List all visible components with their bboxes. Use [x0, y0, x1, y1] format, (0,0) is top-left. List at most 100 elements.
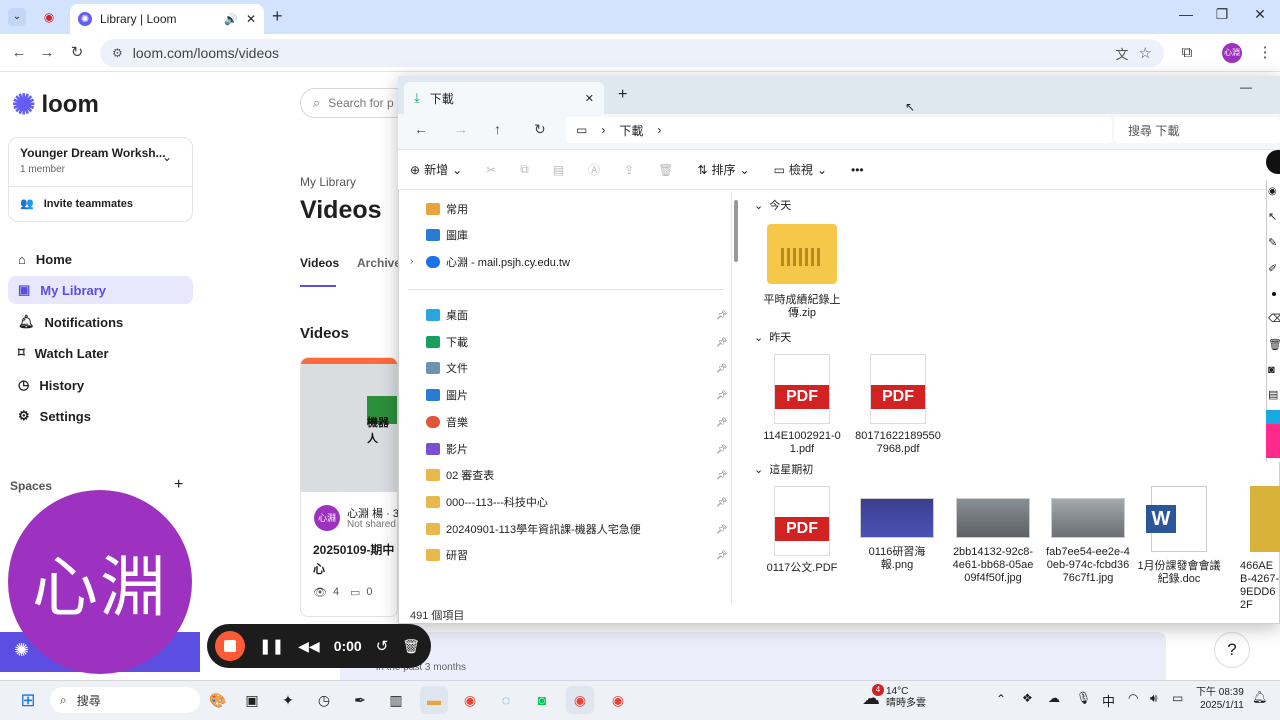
taskbar-search[interactable]: ⌕ 搜尋 — [50, 687, 200, 713]
share-icon[interactable]: ⇪ — [624, 163, 634, 177]
wifi-icon[interactable]: ◠ — [1128, 691, 1138, 705]
explorer-search-input[interactable]: 搜尋 下載 — [1114, 117, 1280, 143]
nav-onedrive[interactable]: 心淵 - mail.psjh.cy.edu.tw — [426, 252, 570, 272]
extensions-icon[interactable]: ⧉ — [1176, 42, 1198, 64]
file-item[interactable]: 2bb14132-92c8-4e61-bb68-05ae09f4f50f.jpg — [950, 486, 1036, 585]
task-view-icon[interactable]: ▣ — [238, 686, 266, 714]
chrome-profile-1-icon[interactable]: ◉ — [566, 686, 594, 714]
notification-bell-icon[interactable]: 🔔︎ — [1252, 690, 1267, 704]
explorer-tab-downloads[interactable]: ⤓ 下載 ✕ — [404, 82, 604, 114]
paste-icon[interactable]: ▤ — [553, 163, 564, 177]
chart-app-icon[interactable]: ▥ — [382, 686, 410, 714]
color-swatch-pink[interactable] — [1266, 424, 1280, 458]
tray-chevron-up-icon[interactable]: ⌃ — [996, 692, 1006, 706]
volume-icon[interactable]: 🔊︎ — [1150, 691, 1158, 706]
explorer-new-tab-button[interactable]: + — [618, 86, 627, 104]
breadcrumb[interactable]: My Library — [300, 175, 356, 189]
address-bar[interactable]: ⚙ loom.com/looms/videos 文 ☆ — [100, 39, 1164, 67]
nav-desktop[interactable]: 桌面 — [426, 305, 468, 325]
pin-icon[interactable]: 📌︎ — [716, 337, 727, 348]
invite-teammates-button[interactable]: 👥 Invite teammates — [20, 197, 133, 211]
file-item[interactable]: 平時成績紀錄上傳.zip — [759, 224, 845, 320]
marker-icon[interactable]: ✎ — [1268, 236, 1277, 249]
explorer-minimize-button[interactable]: — — [1240, 80, 1252, 94]
weather-widget[interactable]: ☁ 4 14°C 晴時多雲 — [862, 684, 926, 710]
restore-button[interactable]: ❐ — [1212, 6, 1232, 23]
dropbox-icon[interactable]: ❖ — [1022, 691, 1033, 705]
audio-playing-icon[interactable]: 🔊 — [224, 13, 238, 26]
pin-icon[interactable]: 📌︎ — [716, 550, 727, 561]
chrome-menu-icon[interactable]: ⋮ — [1254, 42, 1276, 64]
dot-size-icon[interactable] — [1272, 292, 1276, 296]
camera-bubble-avatar[interactable]: 心淵 — [8, 490, 192, 674]
start-button-icon[interactable]: ⊞ — [14, 686, 42, 714]
pin-icon[interactable]: 📌︎ — [716, 390, 727, 401]
cut-icon[interactable]: ✂ — [486, 163, 496, 177]
delete-recording-icon[interactable]: 🗑︎ — [402, 638, 420, 655]
add-space-button[interactable]: + — [174, 476, 183, 494]
nav-quick-access[interactable]: 常用 — [426, 199, 468, 219]
translate-icon[interactable]: 文 — [1116, 44, 1129, 63]
file-item[interactable]: 0116研習海報.png — [854, 486, 940, 572]
nav-documents[interactable]: 文件 — [426, 358, 468, 378]
file-item[interactable]: PDF 114E1002921-01.pdf — [759, 354, 845, 456]
tab-archive[interactable]: Archive — [357, 256, 401, 270]
tab-close-icon[interactable]: ✕ — [585, 92, 594, 105]
nav-home[interactable]: ⌂ Home — [8, 245, 193, 273]
expand-chevron-icon[interactable]: › — [410, 256, 413, 267]
new-button[interactable]: ⊕ 新增 ⌄ — [410, 161, 462, 178]
profile-avatar[interactable]: 心淵 — [1222, 43, 1242, 63]
loom-logo[interactable]: ✺ loom — [12, 88, 99, 121]
microphone-icon[interactable]: 🎙︎ — [1076, 691, 1091, 705]
explorer-back-icon[interactable]: ← — [414, 121, 428, 137]
back-icon[interactable]: ← — [8, 42, 30, 64]
file-item[interactable]: 466AEB-4267-9EDD62F — [1234, 486, 1280, 612]
rename-icon[interactable]: Ⓐ — [588, 161, 600, 178]
chrome-profile-2-icon[interactable]: ◉ — [604, 686, 632, 714]
site-info-icon[interactable]: ⚙ — [112, 46, 123, 60]
trash-icon[interactable]: 🗑︎ — [1268, 338, 1280, 351]
nav-scrollbar[interactable] — [734, 200, 738, 262]
group-header-today[interactable]: ⌄ 今天 — [754, 197, 791, 213]
stop-recording-button[interactable] — [215, 631, 245, 661]
more-options-icon[interactable]: ••• — [851, 163, 864, 177]
restart-icon[interactable]: ↺ — [376, 637, 389, 655]
video-thumbnail[interactable]: 機器人 — [301, 358, 397, 492]
widget-app-icon[interactable]: 🎨 — [204, 686, 232, 714]
tab-loom-library[interactable]: ✺ Library | Loom 🔊 ✕ — [70, 4, 264, 34]
nav-downloads[interactable]: 下載 — [426, 332, 468, 352]
edge-icon[interactable]: ◌ — [492, 686, 520, 714]
tab-search-button[interactable]: ⌄ — [8, 8, 26, 26]
highlighter-icon[interactable]: ✐ — [1268, 262, 1277, 275]
pin-icon[interactable]: 📌︎ — [716, 444, 727, 455]
nav-watch-later[interactable]: ⌑ Watch Later — [8, 339, 193, 367]
close-window-button[interactable]: ✕ — [1250, 6, 1270, 23]
nav-folder-robot[interactable]: 20240901-113學年資訊課-機器人宅急便 — [426, 519, 641, 539]
battery-icon[interactable]: ▭ — [1172, 691, 1183, 705]
clipboard-icon[interactable]: ▤ — [1268, 388, 1278, 401]
help-button[interactable]: ? — [1214, 632, 1250, 668]
eraser-icon[interactable]: ⌫ — [1268, 312, 1280, 325]
eye-icon[interactable]: ◉ — [1268, 186, 1277, 197]
nav-folder-review[interactable]: 02 審查表 — [426, 465, 494, 485]
view-button[interactable]: ▭ 檢視 ⌄ — [774, 161, 827, 178]
chrome-icon[interactable]: ◉ — [456, 686, 484, 714]
group-header-yesterday[interactable]: ⌄ 昨天 — [754, 329, 791, 345]
nav-notifications[interactable]: 🔔︎ Notifications — [8, 308, 193, 336]
system-clock[interactable]: 下午 08:39 2025/1/11 — [1196, 686, 1244, 712]
line-app-icon[interactable]: ◙ — [528, 686, 556, 714]
nav-videos[interactable]: 影片 — [426, 439, 468, 459]
pin-icon[interactable]: 📌︎ — [716, 363, 727, 374]
tab-videos[interactable]: Videos — [300, 256, 339, 270]
forward-icon[interactable]: → — [36, 42, 58, 64]
copilot-icon[interactable]: ✦ — [274, 686, 302, 714]
nav-settings[interactable]: ⚙ Settings — [8, 402, 193, 430]
pen-app-icon[interactable]: ✒ — [346, 686, 374, 714]
tab-close-icon[interactable]: ✕ — [246, 12, 256, 26]
nav-my-library[interactable]: ▣ My Library — [8, 276, 193, 304]
file-item[interactable]: PDF 0117公文.PDF — [759, 486, 845, 575]
clock-app-icon[interactable]: ◷ — [310, 686, 338, 714]
bookmark-star-icon[interactable]: ☆ — [1139, 44, 1152, 62]
explorer-path-bar[interactable]: ▭ › 下載 › — [566, 117, 1112, 143]
loom-search-input[interactable]: ⌕ Search for p — [300, 88, 410, 118]
